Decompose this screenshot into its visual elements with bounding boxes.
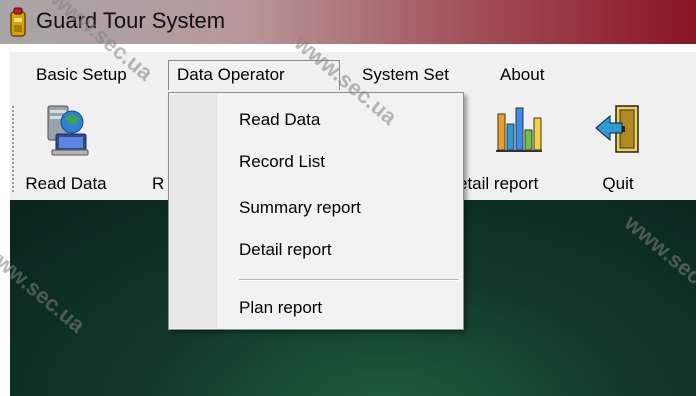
menu-separator [239, 279, 459, 281]
menu-item-read-data[interactable]: Read Data [239, 105, 320, 135]
app-icon [10, 7, 26, 37]
menu-basic-setup[interactable]: Basic Setup [28, 60, 135, 90]
window-title: Guard Tour System [36, 8, 226, 33]
detail-report-tool-button[interactable]: etail report [454, 104, 574, 194]
menu-system-set[interactable]: System Set [354, 60, 457, 90]
title-bar[interactable]: Guard Tour System [0, 0, 696, 44]
menu-item-record-list[interactable]: Record List [239, 147, 325, 177]
data-operator-dropdown: Read Data Record List Summary report Det… [168, 92, 464, 330]
menu-item-plan-report[interactable]: Plan report [239, 293, 322, 323]
menu-about[interactable]: About [492, 60, 552, 90]
quit-label: Quit [602, 174, 634, 193]
menu-item-summary-report[interactable]: Summary report [239, 193, 361, 223]
exit-door-icon [595, 105, 639, 153]
toolbar-grip[interactable] [12, 106, 18, 192]
menu-data-operator[interactable]: Data Operator [168, 60, 340, 90]
bar-chart-icon [496, 107, 542, 152]
read-data-label: Read Data [25, 174, 107, 193]
read-data-icon [47, 105, 89, 156]
detail-report-label: etail report [458, 174, 539, 193]
menu-icon-gutter [170, 94, 217, 328]
quit-tool-button[interactable]: Quit [588, 104, 648, 194]
menu-item-detail-report[interactable]: Detail report [239, 235, 332, 265]
read-data-tool-button[interactable]: Read Data [24, 104, 108, 194]
